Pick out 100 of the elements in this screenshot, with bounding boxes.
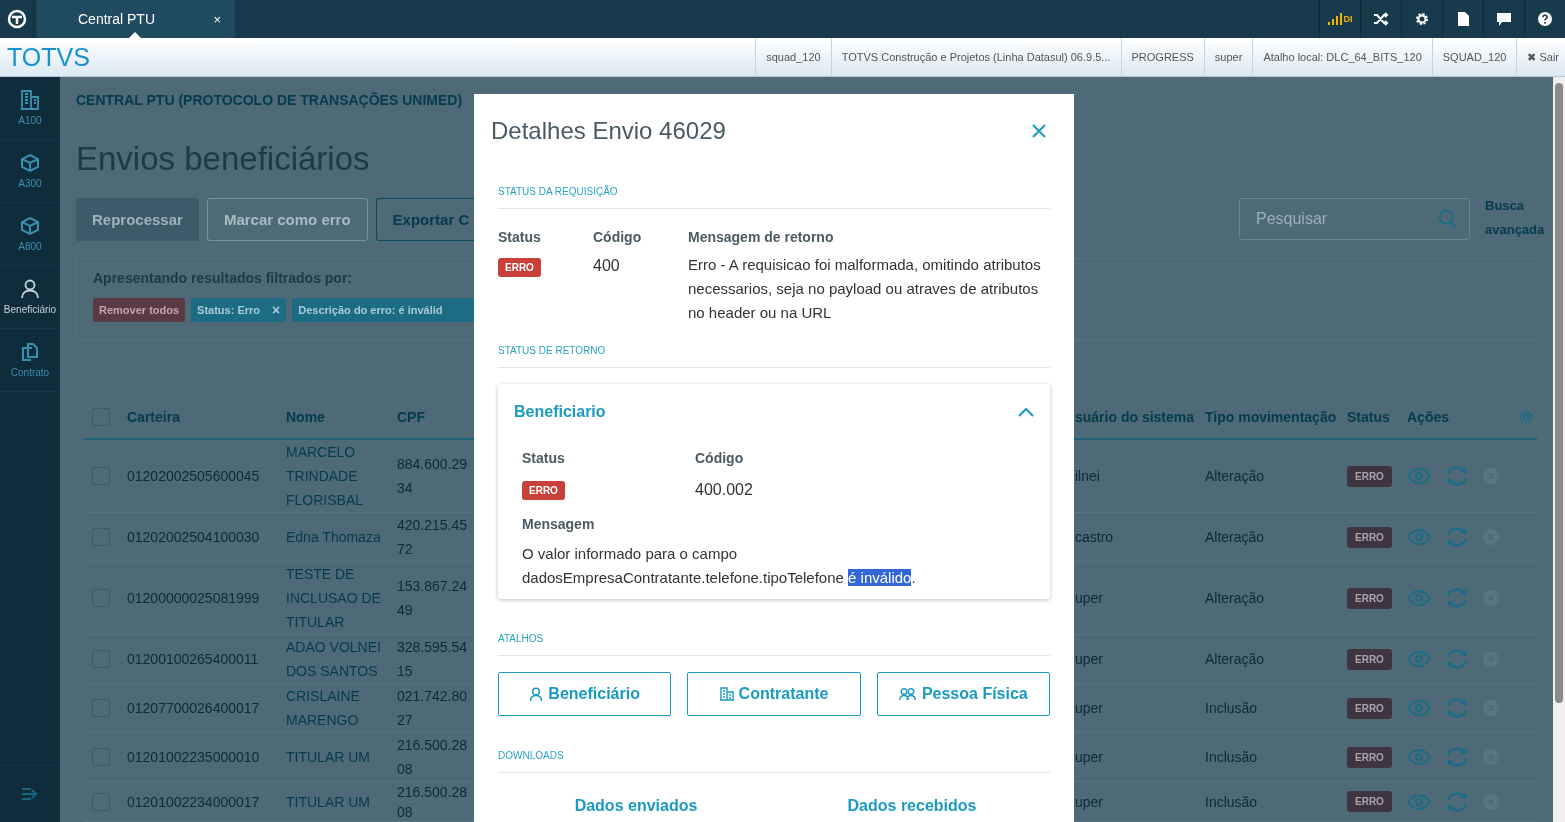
eye-icon[interactable] bbox=[1407, 529, 1431, 545]
remove-all-button[interactable]: Remover todos bbox=[93, 298, 186, 322]
table-cell-text: Inclusão bbox=[1205, 792, 1259, 812]
column-header[interactable]: Carteira bbox=[127, 408, 286, 425]
search-field[interactable]: Pesquisar bbox=[1239, 198, 1470, 240]
refresh-icon[interactable] bbox=[1445, 746, 1469, 768]
status-badge: ERRO bbox=[1347, 526, 1392, 548]
table-cell-text: Inclusão bbox=[1205, 748, 1259, 767]
column-header[interactable]: suário do sistema bbox=[1074, 408, 1205, 425]
table-cell-text: 328.595.54 15 bbox=[397, 638, 469, 681]
filter-chip[interactable]: Status: Erro × bbox=[191, 298, 287, 322]
person-icon bbox=[20, 279, 40, 299]
table-cell-text: 01202002504100030 bbox=[127, 528, 261, 547]
field-label: Código bbox=[695, 450, 745, 466]
sidebar-item[interactable]: Beneficiário bbox=[0, 266, 60, 329]
chevron-icon[interactable] bbox=[1018, 407, 1034, 417]
cube-icon bbox=[20, 216, 40, 236]
field-label: Status bbox=[522, 450, 566, 466]
eye-icon[interactable] bbox=[1407, 590, 1431, 606]
column-header[interactable]: Status bbox=[1347, 408, 1407, 425]
cube-icon bbox=[20, 153, 40, 173]
status-badge: ERRO bbox=[1347, 587, 1392, 609]
refresh-icon[interactable] bbox=[1445, 790, 1469, 813]
refresh-icon[interactable] bbox=[1445, 587, 1469, 609]
shortcut-button[interactable]: Contratante bbox=[687, 672, 861, 716]
document-icon bbox=[1457, 12, 1469, 26]
modal-title: Detalhes Envio 46029 bbox=[491, 116, 726, 146]
column-header[interactable]: Ações bbox=[1407, 408, 1519, 425]
building-icon bbox=[20, 90, 40, 110]
expand-menu-icon[interactable] bbox=[21, 787, 39, 801]
column-header[interactable]: Tipo movimentação bbox=[1205, 408, 1347, 425]
refresh-icon[interactable] bbox=[1445, 648, 1469, 670]
refresh-icon[interactable] bbox=[1445, 526, 1469, 548]
card-title[interactable]: Beneficiario bbox=[514, 403, 606, 421]
table-cell-text: ilnei bbox=[1074, 467, 1101, 486]
table-cell-text: 420.215.45 72 bbox=[397, 516, 469, 559]
sidebar-item[interactable]: Contrato bbox=[0, 329, 60, 392]
column-header[interactable]: CPF bbox=[397, 408, 474, 425]
table-cell-text: Inclusão bbox=[1205, 699, 1259, 718]
session-info: PROGRESS bbox=[1120, 38, 1204, 76]
name-link[interactable]: TITULAR UM bbox=[286, 791, 397, 812]
table-cell-text: uper bbox=[1074, 699, 1105, 718]
section-heading: STATUS DA REQUISIÇÃO bbox=[498, 186, 1050, 209]
table-cell-text: 884.600.29 34 bbox=[397, 455, 469, 498]
people-icon bbox=[898, 687, 917, 701]
field-label: Status bbox=[498, 229, 542, 245]
advanced-search-link[interactable]: Busca avançada bbox=[1485, 194, 1549, 241]
field-label: Código bbox=[593, 229, 643, 245]
table-cell-text: uper bbox=[1074, 792, 1105, 812]
session-info: squad_120 bbox=[755, 38, 831, 76]
sidebar-item[interactable]: A300 bbox=[0, 140, 60, 203]
name-link[interactable]: MARCELO TRINDADE FLORISBAL bbox=[286, 440, 397, 512]
name-link[interactable]: CRISLAINE MARENGO bbox=[286, 684, 397, 732]
download-title: Dados recebidos bbox=[847, 797, 977, 814]
table-cell-text: Alteração bbox=[1205, 589, 1266, 608]
eye-icon[interactable] bbox=[1407, 749, 1431, 765]
field-label: Mensagem bbox=[522, 516, 596, 532]
eye-icon[interactable] bbox=[1407, 468, 1431, 484]
scrollbar-thumb[interactable] bbox=[1555, 83, 1563, 703]
close-icon[interactable] bbox=[1032, 124, 1046, 138]
table-cell-text: 216.500.28 08 bbox=[397, 782, 469, 822]
name-link[interactable]: TITULAR UM bbox=[286, 745, 397, 769]
table-cell-text: 01200100265400011 bbox=[127, 650, 260, 669]
logout-button[interactable]: ✖ Sair bbox=[1516, 38, 1565, 76]
status-code: 400 bbox=[593, 257, 621, 276]
search-icon bbox=[1438, 209, 1458, 229]
table-cell-text: 216.500.28 08 bbox=[397, 736, 469, 779]
eye-icon[interactable] bbox=[1407, 700, 1431, 716]
eye-icon[interactable] bbox=[1407, 793, 1431, 810]
download-title: Dados enviados bbox=[574, 797, 698, 814]
app-tab[interactable]: Central PTU × bbox=[37, 0, 235, 38]
table-cell-text: Alteração bbox=[1205, 650, 1266, 669]
table-cell-text: 01201002234000017 bbox=[127, 792, 261, 812]
help-icon bbox=[1538, 12, 1552, 26]
column-header[interactable]: Nome bbox=[286, 408, 397, 425]
sidebar-item[interactable]: A800 bbox=[0, 203, 60, 266]
refresh-icon[interactable] bbox=[1445, 465, 1469, 487]
shuffle-icon bbox=[1373, 12, 1389, 26]
table-cell-text: uper bbox=[1074, 650, 1105, 669]
status-badge: ERRO bbox=[498, 258, 541, 277]
sidebar-item[interactable]: A100 bbox=[0, 77, 60, 140]
name-link[interactable]: ADAO VOLNEI DOS SANTOS bbox=[286, 635, 397, 683]
eye-icon[interactable] bbox=[1407, 651, 1431, 667]
settings-icon[interactable] bbox=[1519, 409, 1533, 424]
shortcut-button[interactable]: Beneficiário bbox=[498, 672, 672, 716]
status-badge: ERRO bbox=[1347, 697, 1392, 719]
close-tab-button[interactable]: × bbox=[213, 11, 221, 27]
status-badge: ERRO bbox=[1347, 746, 1392, 768]
filter-chip[interactable]: Descrição do erro: é inválid bbox=[292, 298, 474, 322]
table-cell-text: uper bbox=[1074, 589, 1105, 608]
name-link[interactable]: Edna Thomaza bbox=[286, 525, 397, 549]
signal-icon bbox=[1327, 13, 1342, 25]
error-message: O valor informado para o campo dadosEmpresaContratante.telefone.tipoTelefone é inválido. bbox=[522, 544, 917, 588]
shortcut-button[interactable]: Pessoa Física bbox=[876, 672, 1050, 716]
refresh-icon[interactable] bbox=[1445, 697, 1469, 719]
name-link[interactable]: TESTE DE INCLUSAO DE TITULAR bbox=[286, 562, 397, 634]
breadcrumb: CENTRAL PTU (PROTOCOLO DE TRANSAÇÕES UNIMED) bbox=[76, 92, 464, 108]
settings-icon bbox=[1415, 12, 1429, 26]
scrollbar[interactable] bbox=[1553, 77, 1565, 822]
table-cell-text: 021.742.80 27 bbox=[397, 687, 469, 730]
